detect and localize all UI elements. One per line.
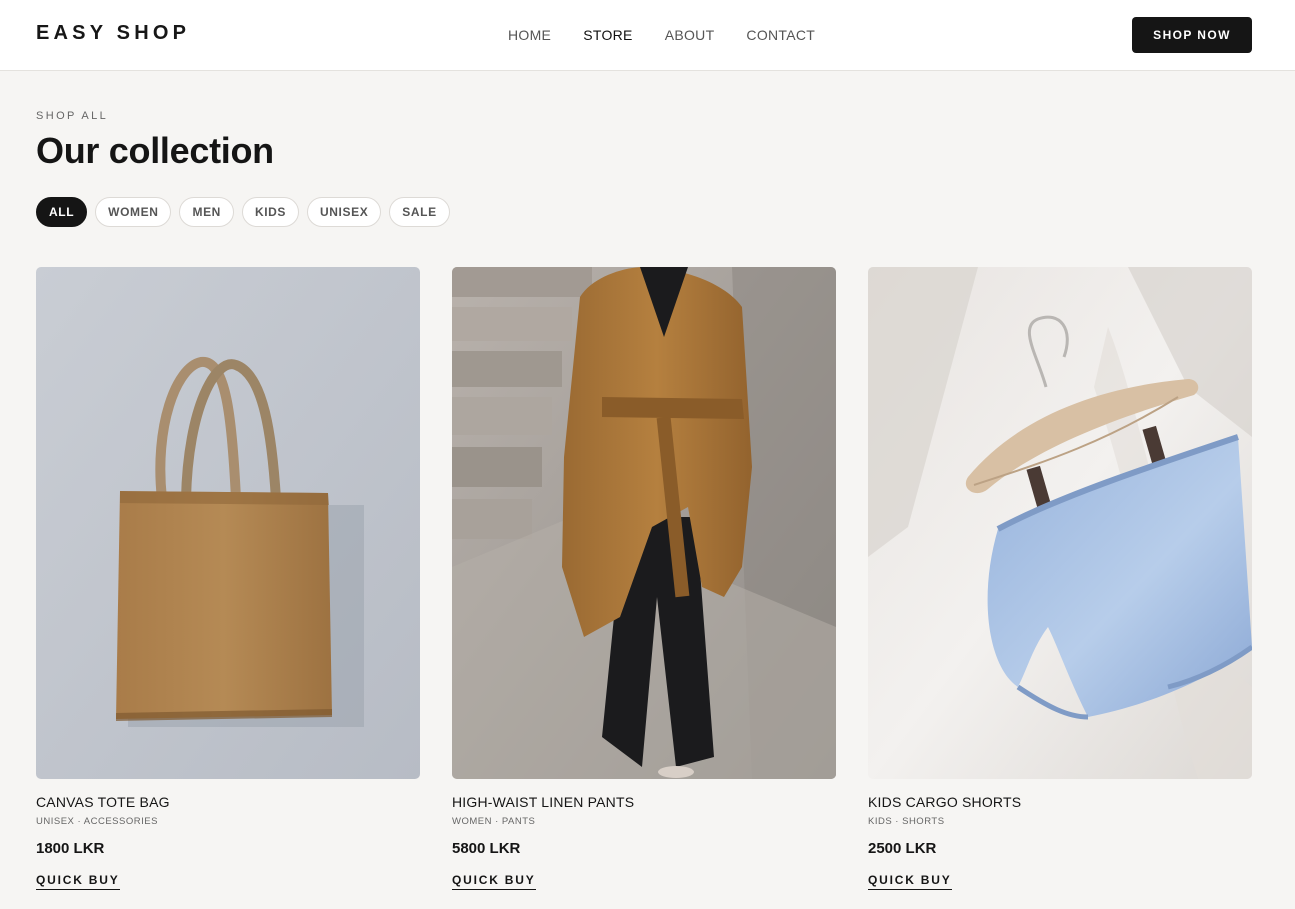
page-title: Our collection — [36, 130, 274, 171]
product-price: 1800 LKR — [36, 840, 105, 857]
nav-home[interactable]: HOME — [508, 27, 551, 43]
quick-buy-link[interactable]: QUICK BUY — [36, 873, 120, 890]
nav-about[interactable]: ABOUT — [665, 27, 715, 43]
product-card-kids-cargo-shorts: KIDS CARGO SHORTS KIDS · SHORTS 2500 LKR… — [868, 267, 1252, 890]
category-filters: ALL WOMEN MEN KIDS UNISEX SALE — [36, 197, 450, 227]
main-nav: HOME STORE ABOUT CONTACT — [508, 27, 815, 43]
filter-women[interactable]: WOMEN — [95, 197, 172, 227]
product-price: 5800 LKR — [452, 840, 521, 857]
model-coat-illustration — [452, 267, 836, 779]
shop-now-button[interactable]: SHOP NOW — [1132, 17, 1252, 53]
filter-men[interactable]: MEN — [179, 197, 234, 227]
quick-buy-link[interactable]: QUICK BUY — [452, 873, 536, 890]
section-eyebrow: SHOP ALL — [36, 110, 109, 122]
product-card-canvas-tote-bag: CANVAS TOTE BAG UNISEX · ACCESSORIES 180… — [36, 267, 420, 890]
filter-kids[interactable]: KIDS — [241, 197, 300, 227]
filter-sale[interactable]: SALE — [389, 197, 450, 227]
product-card-high-waist-linen-pants: HIGH-WAIST LINEN PANTS WOMEN · PANTS 580… — [452, 267, 836, 890]
product-price: 2500 LKR — [868, 840, 937, 857]
product-category: WOMEN · PANTS — [452, 816, 536, 827]
shorts-on-hanger-illustration — [868, 267, 1252, 779]
product-image-tote-bag[interactable] — [36, 267, 420, 779]
product-category: UNISEX · ACCESSORIES — [36, 816, 158, 827]
product-name[interactable]: CANVAS TOTE BAG — [36, 794, 420, 810]
product-name[interactable]: HIGH-WAIST LINEN PANTS — [452, 794, 836, 810]
filter-unisex[interactable]: UNISEX — [307, 197, 382, 227]
quick-buy-link[interactable]: QUICK BUY — [868, 873, 952, 890]
nav-store[interactable]: STORE — [583, 27, 632, 43]
product-image-cargo-shorts[interactable] — [868, 267, 1252, 779]
tote-bag-illustration — [36, 267, 420, 779]
product-category: KIDS · SHORTS — [868, 816, 945, 827]
filter-all[interactable]: ALL — [36, 197, 88, 227]
top-navigation-bar: EASY SHOP HOME STORE ABOUT CONTACT SHOP … — [0, 0, 1295, 71]
store-logo[interactable]: EASY SHOP — [36, 22, 190, 45]
product-image-linen-pants[interactable] — [452, 267, 836, 779]
nav-contact[interactable]: CONTACT — [746, 27, 815, 43]
product-name[interactable]: KIDS CARGO SHORTS — [868, 794, 1252, 810]
